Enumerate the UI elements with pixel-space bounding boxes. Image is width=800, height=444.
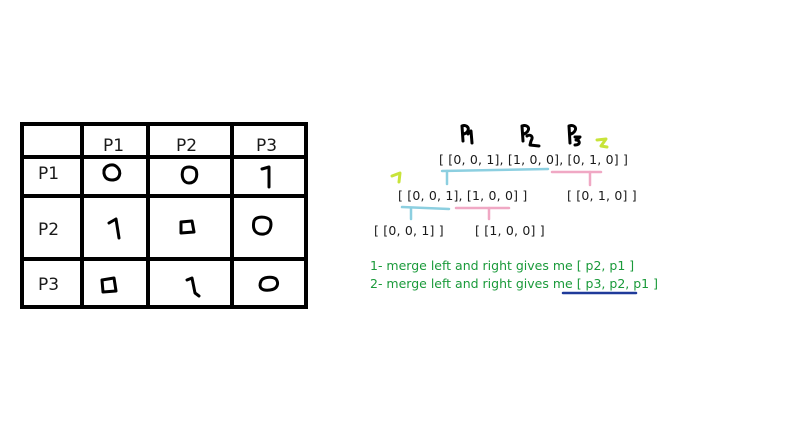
cell-zero-mark (102, 163, 122, 182)
matrix-cells (100, 163, 280, 298)
handwritten-labels (460, 124, 582, 148)
column-header-p1: P1 (103, 136, 125, 156)
cell-one-mark (185, 276, 201, 298)
step-mark-two (595, 137, 609, 149)
tree-level1-left: [ [0, 0, 1], [1, 0, 0] ] (398, 188, 528, 203)
column-header-p2: P2 (176, 136, 198, 156)
tree-level1-right: [ [0, 1, 0] ] (567, 188, 637, 203)
step-mark-one (390, 171, 402, 184)
tree-level2-left: [ [0, 0, 1] ] (374, 223, 444, 238)
cell-zero-mark (252, 215, 273, 236)
merge-note-2: 2- merge left and right gives me [ p3, p… (370, 276, 658, 291)
handwritten-label (460, 124, 474, 145)
cell-zero-mark (179, 219, 196, 235)
handwritten-label (520, 124, 541, 148)
column-header-p3: P3 (256, 136, 278, 156)
cell-zero-mark (180, 165, 199, 185)
cell-one-mark (107, 217, 121, 240)
row-header-p1: P1 (38, 164, 60, 184)
cell-one-mark (260, 165, 271, 189)
cell-zero-mark (100, 276, 118, 294)
row-header-p2: P2 (38, 220, 60, 240)
bracket-mid-left (400, 205, 451, 211)
tree-root: [ [0, 0, 1], [1, 0, 0], [0, 1, 0] ] (439, 152, 629, 167)
row-header-p3: P3 (38, 275, 60, 295)
diagram-canvas (20, 122, 638, 309)
bracket-root-left (440, 167, 550, 173)
handwritten-label (567, 124, 582, 147)
merge-note-1: 1- merge left and right gives me [ p2, p… (370, 258, 635, 273)
tree-level2-right: [ [1, 0, 0] ] (475, 223, 545, 238)
cell-zero-mark (258, 275, 280, 292)
